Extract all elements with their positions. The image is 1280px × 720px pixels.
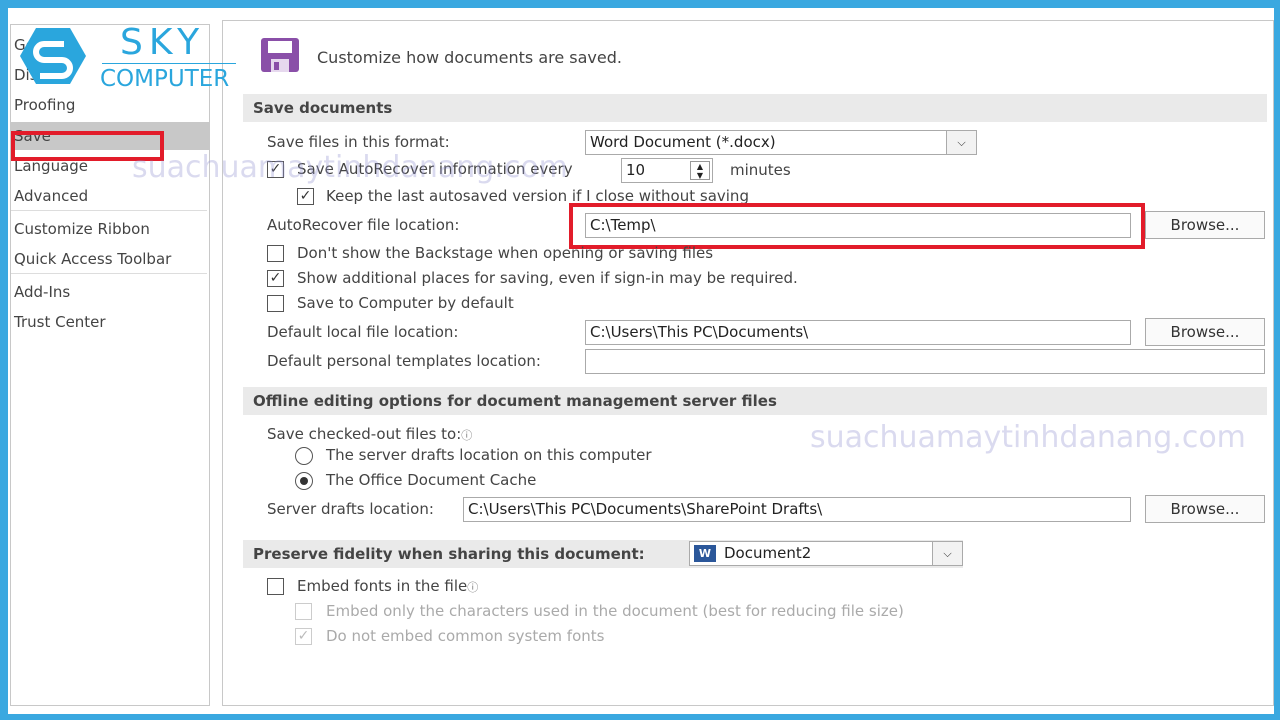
save-to-computer-label: Save to Computer by default xyxy=(297,294,514,312)
minutes-value: 10 xyxy=(626,161,646,179)
word-document-icon: W xyxy=(694,545,716,562)
server-drafts-label: The server drafts location on this compu… xyxy=(326,446,652,464)
save-to-computer-checkbox[interactable] xyxy=(267,295,284,312)
info-icon: ⓘ xyxy=(461,429,473,442)
logo-line xyxy=(102,63,236,64)
local-location-input[interactable]: C:\Users\This PC\Documents\ xyxy=(585,320,1131,345)
browse-autorecover-button[interactable]: Browse... xyxy=(1145,211,1265,239)
floppy-disk-icon xyxy=(261,38,299,72)
sidebar-item-quick-access-toolbar[interactable]: Quick Access Toolbar xyxy=(11,245,209,273)
minutes-label: minutes xyxy=(730,161,791,179)
highlight-box xyxy=(569,203,1145,249)
office-cache-radio[interactable] xyxy=(295,472,313,490)
additional-places-checkbox[interactable]: ✓ xyxy=(267,270,284,287)
backstage-checkbox[interactable] xyxy=(267,245,284,262)
format-label: Save files in this format: xyxy=(267,133,450,151)
checked-out-text: Save checked-out files to: xyxy=(267,425,462,443)
keep-autosaved-checkbox[interactable]: ✓ xyxy=(297,188,314,205)
sidebar-item-add-ins[interactable]: Add-Ins xyxy=(11,278,209,306)
chevron-down-icon: ⌵ xyxy=(946,131,976,154)
embed-only-chars-label: Embed only the characters used in the do… xyxy=(326,602,904,620)
drafts-location-input[interactable]: C:\Users\This PC\Documents\SharePoint Dr… xyxy=(463,497,1131,522)
info-icon: ⓘ xyxy=(467,581,479,594)
section-save-documents: Save documents xyxy=(243,94,1267,122)
checked-out-label: Save checked-out files to:ⓘ xyxy=(267,425,472,443)
browse-local-button[interactable]: Browse... xyxy=(1145,318,1265,346)
sky-computer-logo: SKY COMPUTER xyxy=(20,22,236,94)
local-location-label: Default local file location: xyxy=(267,323,459,341)
format-value: Word Document (*.docx) xyxy=(590,133,776,151)
sidebar-item-trust-center[interactable]: Trust Center xyxy=(11,308,209,336)
chevron-down-icon: ⌵ xyxy=(932,542,962,565)
sidebar-item-proofing[interactable]: Proofing xyxy=(11,91,209,119)
section-offline-editing: Offline editing options for document man… xyxy=(243,387,1267,415)
sidebar-item-customize-ribbon[interactable]: Customize Ribbon xyxy=(11,215,209,243)
sidebar-item-advanced[interactable]: Advanced xyxy=(11,182,209,210)
autorecover-minutes-stepper[interactable]: 10 ▲ ▼ xyxy=(621,158,713,183)
embed-only-chars-checkbox[interactable] xyxy=(295,603,312,620)
logo-top-text: SKY xyxy=(120,22,206,63)
spin-arrows-icon[interactable]: ▲ ▼ xyxy=(690,161,710,180)
backstage-label: Don't show the Backstage when opening or… xyxy=(297,244,714,262)
document-value: Document2 xyxy=(724,544,812,562)
no-common-fonts-checkbox[interactable]: ✓ xyxy=(295,628,312,645)
page-title: Customize how documents are saved. xyxy=(317,48,622,67)
additional-places-label: Show additional places for saving, even … xyxy=(297,269,798,287)
embed-fonts-checkbox[interactable] xyxy=(267,578,284,595)
sidebar: General Display Proofing Save Language A… xyxy=(10,24,210,706)
document-select[interactable]: W Document2 ⌵ xyxy=(689,541,963,566)
server-drafts-radio[interactable] xyxy=(295,447,313,465)
watermark: suachuamaytinhdanang.com xyxy=(132,150,568,185)
office-cache-label: The Office Document Cache xyxy=(326,471,537,489)
embed-fonts-label: Embed fonts in the fileⓘ xyxy=(297,577,478,595)
divider xyxy=(11,273,207,274)
logo-hexagon-icon xyxy=(20,28,86,84)
drafts-location-label: Server drafts location: xyxy=(267,500,434,518)
embed-fonts-text: Embed fonts in the file xyxy=(297,577,468,595)
format-select[interactable]: Word Document (*.docx) ⌵ xyxy=(585,130,977,155)
templates-location-input[interactable] xyxy=(585,349,1265,374)
no-common-fonts-label: Do not embed common system fonts xyxy=(326,627,605,645)
divider xyxy=(11,210,207,211)
save-options-panel: Customize how documents are saved. Save … xyxy=(222,20,1274,706)
browse-drafts-button[interactable]: Browse... xyxy=(1145,495,1265,523)
word-options-dialog: General Display Proofing Save Language A… xyxy=(8,8,1274,714)
logo-bottom-text: COMPUTER xyxy=(100,66,230,92)
watermark: suachuamaytinhdanang.com xyxy=(810,420,1246,455)
autorecover-location-label: AutoRecover file location: xyxy=(267,216,460,234)
templates-location-label: Default personal templates location: xyxy=(267,352,541,370)
